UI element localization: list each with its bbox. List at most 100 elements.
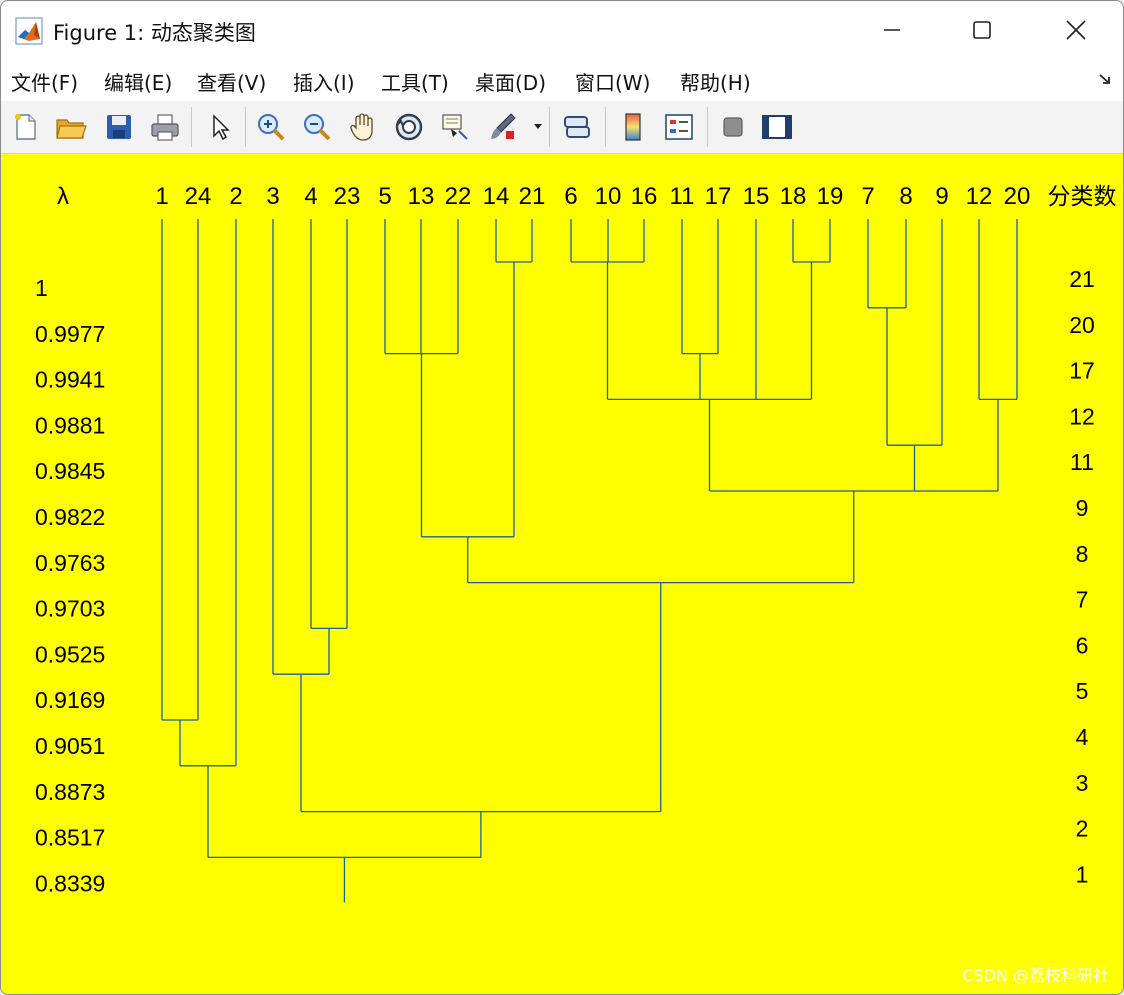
leaf-label: 19 [817, 183, 844, 210]
brush-dropdown-icon[interactable] [533, 121, 543, 131]
matlab-logo-icon [15, 17, 43, 45]
brush-icon [491, 113, 516, 139]
data-cursor-icon [442, 114, 468, 140]
class-count-label: 17 [1069, 358, 1095, 384]
menu-bar: 文件(F) 编辑(E) 查看(V) 插入(I) 工具(T) 桌面(D) 窗口(W… [1, 59, 1123, 101]
brush-button[interactable] [485, 109, 521, 145]
menu-help[interactable]: 帮助(H) [680, 67, 751, 96]
open-folder-icon [56, 119, 87, 139]
class-count-label: 1 [1076, 861, 1089, 887]
leaf-label: 8 [899, 183, 912, 210]
toolbar-separator [707, 107, 708, 147]
toolbar-separator [549, 107, 550, 147]
dendrogram-branches [161, 219, 1018, 903]
rotate-3d-button[interactable] [391, 109, 427, 145]
pointer-icon [213, 114, 230, 141]
menu-view[interactable]: 查看(V) [197, 67, 266, 96]
menu-window[interactable]: 窗口(W) [575, 67, 650, 96]
leaf-label: 14 [483, 183, 510, 210]
toolbar-separator [245, 107, 246, 147]
class-count-label: 8 [1076, 541, 1089, 567]
pan-button[interactable] [345, 109, 381, 145]
leaf-label: 7 [861, 183, 874, 210]
leaf-label: 4 [304, 183, 317, 210]
figure-toolbar [1, 101, 1123, 154]
leaf-label: 16 [631, 183, 658, 210]
class-count-label: 5 [1076, 678, 1089, 704]
data-cursor-button[interactable] [437, 109, 473, 145]
zoom-out-icon [304, 114, 331, 141]
leaf-label: 17 [705, 183, 732, 210]
hide-plot-tools-button[interactable] [715, 109, 751, 145]
save-button[interactable] [101, 109, 137, 145]
class-count-label: 4 [1076, 724, 1089, 750]
print-button[interactable] [147, 109, 183, 145]
lambda-level-label: 0.8873 [35, 779, 105, 805]
insert-legend-button[interactable] [661, 109, 697, 145]
show-plot-tools-icon [762, 115, 792, 139]
leaf-label: 2 [229, 183, 242, 210]
toolbar-separator [605, 107, 606, 147]
link-plot-icon [564, 116, 590, 138]
menu-tools[interactable]: 工具(T) [381, 67, 449, 96]
lambda-level-label: 0.9169 [35, 687, 105, 713]
lambda-level-label: 0.9941 [35, 367, 105, 393]
class-count-label: 12 [1069, 403, 1095, 429]
class-count-label: 11 [1070, 449, 1094, 475]
window-title: Figure 1: 动态聚类图 [53, 21, 256, 45]
lambda-level-label: 0.9703 [35, 596, 105, 622]
menu-desktop[interactable]: 桌面(D) [475, 67, 546, 96]
lambda-level-label: 0.9977 [35, 321, 105, 347]
lambda-level-label: 0.9763 [35, 550, 105, 576]
zoom-out-button[interactable] [299, 109, 335, 145]
leaf-label: 24 [185, 183, 212, 210]
figure-canvas[interactable]: λ 分类数 1 24 2 3 4 23 5 13 22 14 21 6 10 16 11 17 15 18 19 7 8… [1, 154, 1123, 994]
leaf-label: 15 [743, 183, 770, 210]
new-file-button[interactable] [7, 109, 43, 145]
lambda-header: λ [57, 183, 69, 210]
class-count-label: 2 [1076, 816, 1089, 842]
menu-edit[interactable]: 编辑(E) [104, 67, 172, 96]
leaf-label: 10 [595, 183, 622, 210]
edit-plot-button[interactable] [201, 109, 237, 145]
leaf-labels: 1 24 2 3 4 23 5 13 22 14 21 6 10 16 11 17 15 18 19 7 8 9 12 20 [155, 183, 1030, 210]
maximize-icon [973, 21, 991, 39]
close-button[interactable] [1053, 9, 1099, 51]
open-button[interactable] [53, 109, 89, 145]
close-icon [1066, 20, 1086, 40]
rotate-3d-icon [395, 113, 423, 141]
link-plot-button[interactable] [559, 109, 595, 145]
print-icon [151, 114, 179, 141]
dendrogram-plot: λ 分类数 1 24 2 3 4 23 5 13 22 14 21 6 10 16 11 17 15 18 19 7 8… [35, 183, 1117, 903]
toolbar-separator [191, 107, 192, 147]
minimize-icon [884, 29, 900, 31]
class-count-header: 分类数 [1048, 183, 1117, 209]
maximize-button[interactable] [959, 9, 1005, 51]
new-file-icon [15, 114, 36, 140]
figure-window: Figure 1: 动态聚类图 文件(F) 编辑(E) 查看(V) 插入(I) … [0, 0, 1124, 995]
leaf-label: 5 [378, 183, 391, 210]
class-count-label: 20 [1069, 312, 1095, 338]
insert-colorbar-button[interactable] [615, 109, 651, 145]
show-plot-tools-button[interactable] [759, 109, 795, 145]
legend-icon [665, 114, 693, 140]
zoom-in-icon [258, 114, 285, 141]
leaf-label: 18 [780, 183, 807, 210]
dock-arrow-icon[interactable] [1097, 71, 1113, 87]
class-count-label: 7 [1076, 587, 1089, 613]
lambda-level-label: 0.8517 [35, 825, 105, 851]
zoom-in-button[interactable] [253, 109, 289, 145]
class-count-labels: 2120171211987654321 [1069, 266, 1095, 887]
lambda-level-label: 0.8339 [35, 870, 105, 896]
class-count-label: 9 [1076, 495, 1089, 521]
lambda-level-label: 0.9845 [35, 458, 105, 484]
menu-file[interactable]: 文件(F) [11, 67, 78, 96]
lambda-level-label: 0.9822 [35, 504, 105, 530]
minimize-button[interactable] [869, 9, 915, 51]
lambda-level-label: 1 [35, 275, 48, 301]
leaf-label: 12 [966, 183, 993, 210]
lambda-level-labels: 1 0.9977 0.9941 0.9881 0.9845 0.9822 0.9763 0.9… [35, 275, 105, 896]
menu-insert[interactable]: 插入(I) [293, 67, 355, 96]
leaf-label: 1 [155, 183, 168, 210]
leaf-label: 9 [935, 183, 948, 210]
